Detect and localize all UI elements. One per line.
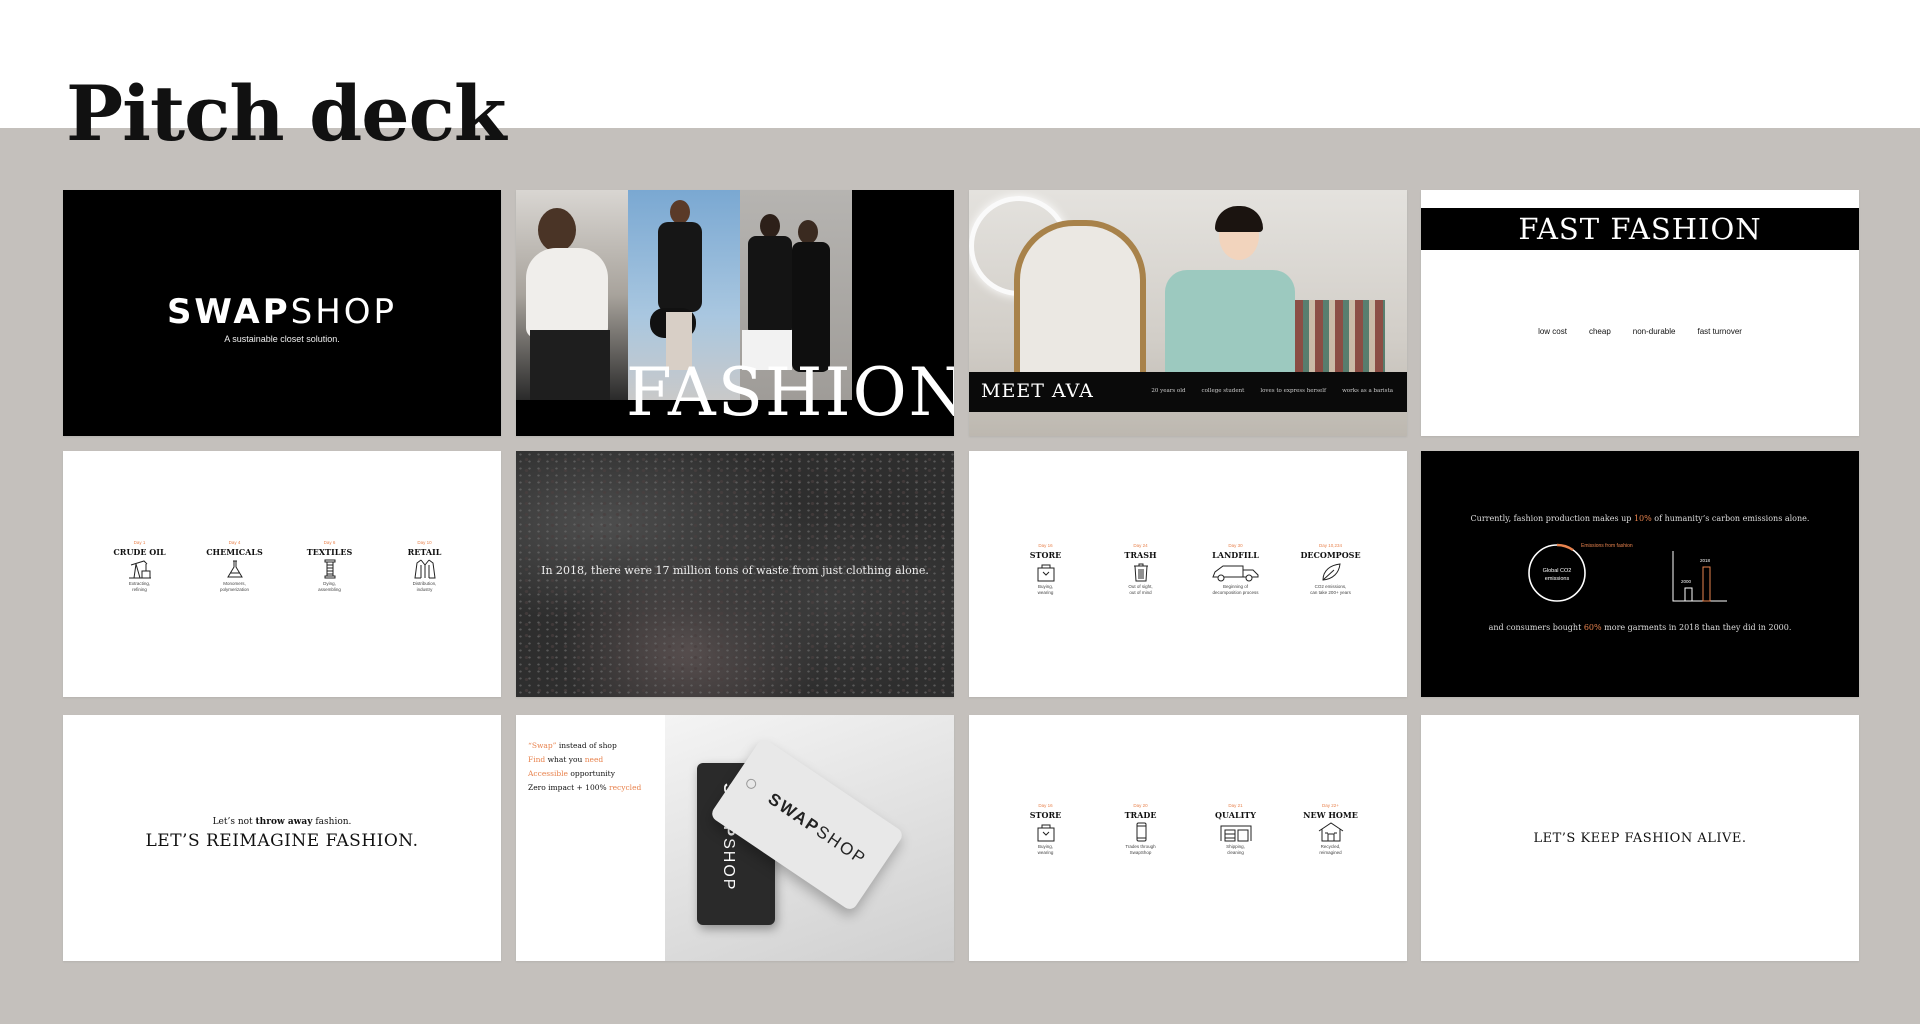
house-icon <box>1318 822 1343 842</box>
bar-label-2018: 2018 <box>1700 558 1711 563</box>
waste-statement: In 2018, there were 17 million tons of w… <box>541 564 929 577</box>
carbon-statement: Currently, fashion production makes up 1… <box>1470 514 1810 523</box>
ava-fact: college student <box>1201 388 1245 394</box>
step-store: Day 16 STORE Buying, wearing <box>1029 543 1062 595</box>
leaf-icon <box>1321 563 1341 581</box>
slide-2-fashion[interactable]: FASHION <box>516 190 954 436</box>
step-retail: Day 10 RETAIL Distribution, industry <box>407 540 442 592</box>
consumer-statement: and consumers bought 60% more garments i… <box>1488 623 1792 632</box>
slide-5-supply-chain[interactable]: Day 1 CRUDE OIL Extracting, refining Day… <box>63 451 501 697</box>
step-chemicals: Day 4 CHEMICALS Monomers, polymerization <box>206 540 263 592</box>
ava-fact: 20 years old <box>1151 388 1186 394</box>
shopping-bag-icon <box>1037 824 1054 842</box>
ava-face <box>1215 206 1263 260</box>
slide-6-waste[interactable]: In 2018, there were 17 million tons of w… <box>516 451 954 697</box>
slide-1-cover[interactable]: SWAPSHOP A sustainable closet solution. <box>63 190 501 436</box>
shopping-bag-icon <box>1037 564 1054 582</box>
jacket-icon <box>413 559 436 579</box>
closing-title: LET’S KEEP FASHION ALIVE. <box>1533 831 1747 846</box>
garments-bar-chart <box>1672 551 1727 602</box>
slide-11-swap-cycle[interactable]: Day 16 STORE Buying, wearing Day 20 TRAD… <box>969 715 1407 961</box>
step-quality: Day 21 QUALITY Shipping, cleaning <box>1215 803 1256 855</box>
truck-icon <box>1211 565 1258 582</box>
slide-12-closing[interactable]: LET’S KEEP FASHION ALIVE. <box>1421 715 1859 961</box>
bar-2018 <box>1702 566 1711 602</box>
oil-pump-icon <box>128 560 151 579</box>
mirror <box>1014 220 1146 392</box>
slide-10-value-prop[interactable]: “Swap” instead of shop Find what you nee… <box>516 715 954 961</box>
ava-title: MEET AVA <box>981 380 1094 402</box>
step-landfill: Day 30 LANDFILL Beginning of decompositi… <box>1211 543 1259 595</box>
slide-9-reimagine[interactable]: Let’s not throw away fashion. LET’S REIM… <box>63 715 501 961</box>
fast-fashion-word: non-durable <box>1632 327 1676 336</box>
step-trade: Day 20 TRADE Trades through SwapShop <box>1124 803 1157 855</box>
donut-callout: Emissions from fashion <box>1581 543 1633 549</box>
slide-7-disposal[interactable]: Day 16 STORE Buying, wearing Day 24 TRAS… <box>969 451 1407 697</box>
step-store: Day 16 STORE Buying, wearing <box>1029 803 1062 855</box>
fast-fashion-word: low cost <box>1538 327 1567 336</box>
slide-3-meet-ava[interactable]: MEET AVA 20 years old college student lo… <box>969 190 1407 436</box>
ava-fact: loves to express herself <box>1260 388 1327 394</box>
ava-fact: works as a barista <box>1342 388 1393 394</box>
thread-spool-icon <box>324 559 335 579</box>
fast-fashion-word: cheap <box>1588 327 1611 336</box>
swapshop-logo: SWAPSHOP A sustainable closet solution. <box>63 292 501 344</box>
tag-hole-icon <box>744 776 759 791</box>
phone-icon <box>1136 822 1146 842</box>
reimagine-title: LET’S REIMAGINE FASHION. <box>145 831 419 851</box>
slide-8-carbon[interactable]: Currently, fashion production makes up 1… <box>1421 451 1859 697</box>
model-photo-1 <box>516 190 628 400</box>
trash-icon <box>1133 563 1148 582</box>
step-new-home: Day 22+ NEW HOME Recycled, reimagined <box>1303 803 1358 855</box>
step-crude-oil: Day 1 CRUDE OIL Extracting, refining <box>113 540 166 592</box>
value-prop-list: “Swap” instead of shop Find what you nee… <box>528 741 642 792</box>
ava-caption-bar: MEET AVA 20 years old college student lo… <box>969 372 1407 412</box>
step-decompose: Day 10,234 DECOMPOSE CO2 emissions, can … <box>1300 543 1361 595</box>
flask-icon <box>226 560 243 578</box>
warehouse-icon <box>1220 825 1251 842</box>
slide-4-fast-fashion[interactable]: FAST FASHION low cost cheap non-durable … <box>1421 190 1859 436</box>
tagline: A sustainable closet solution. <box>224 334 340 344</box>
reimagine-subtitle: Let’s not throw away fashion. <box>212 817 352 827</box>
step-textiles: Day 6 TEXTILES Dying, assembling <box>306 540 353 592</box>
fast-fashion-title: FAST FASHION <box>1421 208 1859 250</box>
step-trash: Day 24 TRASH Out of sight, out of mind <box>1124 543 1157 595</box>
bar-2000 <box>1684 587 1693 602</box>
fashion-title: FASHION <box>626 354 954 431</box>
fast-fashion-word: fast turnover <box>1697 327 1742 336</box>
donut-label: Global CO2 emissions <box>1542 568 1572 582</box>
page-title: Pitch deck <box>66 69 507 158</box>
bar-label-2000: 2000 <box>1681 579 1692 584</box>
